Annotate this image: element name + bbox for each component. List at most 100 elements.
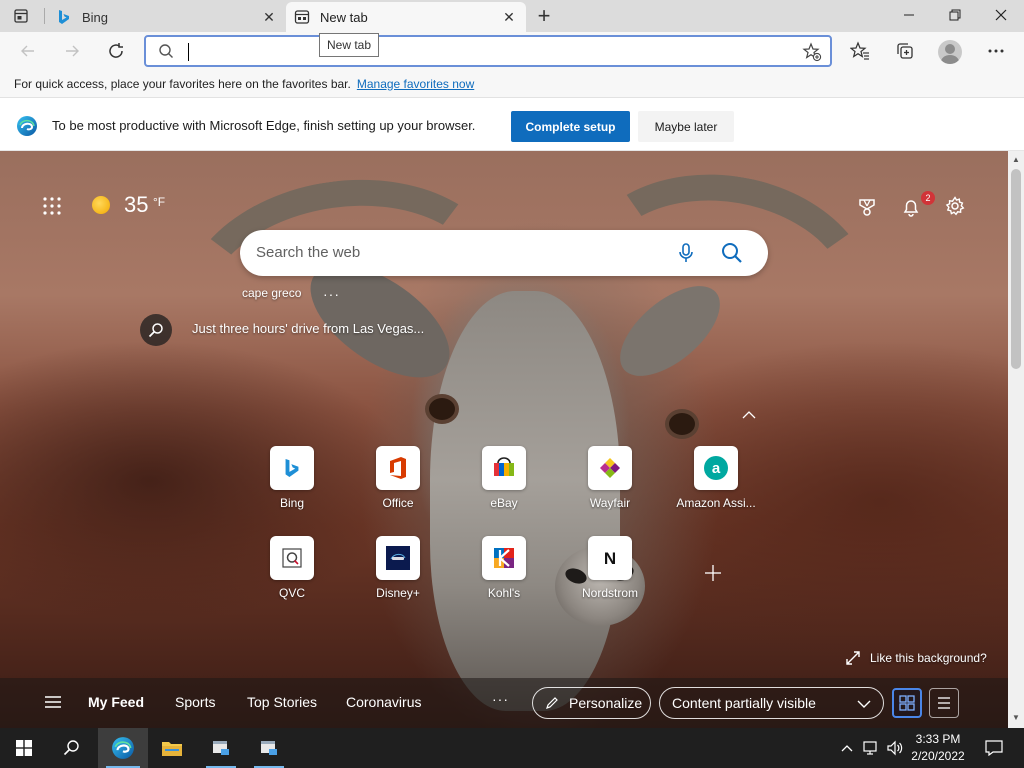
search-placeholder: Search the web [256, 244, 361, 261]
back-button[interactable] [14, 37, 42, 65]
quick-link-bing[interactable]: Bing [242, 446, 342, 526]
nordstrom-icon: N [588, 536, 632, 580]
minimize-button[interactable] [886, 0, 932, 30]
scroll-down-icon[interactable]: ▼ [1012, 713, 1020, 722]
edge-icon [112, 737, 134, 759]
show-hidden-icons-button[interactable] [838, 728, 856, 768]
apps-launcher-icon[interactable] [42, 196, 62, 216]
quick-link-amazon-assistant[interactable]: a Amazon Assi... [666, 446, 766, 526]
taskbar-edge[interactable] [98, 728, 148, 768]
action-center-button[interactable] [978, 728, 1010, 768]
grid-view-button[interactable] [892, 688, 922, 718]
feed-tab-top-stories[interactable]: Top Stories [247, 694, 317, 710]
bing-icon [270, 446, 314, 490]
feed-tab-coronavirus[interactable]: Coronavirus [346, 694, 421, 710]
folder-icon [162, 742, 182, 756]
notification-icon [985, 740, 1003, 756]
tab-bing[interactable]: Bing ✕ [48, 2, 286, 32]
collapse-quick-links-icon[interactable] [742, 406, 756, 422]
close-tab-icon[interactable]: ✕ [260, 8, 278, 26]
settings-more-button[interactable] [982, 37, 1010, 65]
quick-link-qvc[interactable]: QVC [242, 536, 342, 616]
tab-new-tab[interactable]: New tab ✕ [286, 2, 526, 32]
restore-button[interactable] [932, 0, 978, 30]
taskbar-window-1[interactable] [198, 728, 244, 768]
list-view-button[interactable] [929, 688, 959, 718]
quick-link-label: Nordstrom [581, 586, 638, 600]
scroll-up-icon[interactable]: ▲ [1012, 155, 1020, 164]
voice-search-mic-icon[interactable] [676, 242, 696, 267]
page-settings-gear-icon[interactable] [944, 195, 966, 217]
forward-button[interactable] [58, 37, 86, 65]
taskbar-search-button[interactable] [48, 728, 96, 768]
tab-strip: Bing ✕ New tab ✕ + [0, 0, 1024, 32]
chevron-down-icon [857, 700, 871, 708]
complete-setup-button[interactable]: Complete setup [511, 111, 630, 142]
search-submit-icon[interactable] [720, 241, 744, 268]
favorites-bar: For quick access, place your favorites h… [0, 70, 1024, 98]
quick-link-nordstrom[interactable]: N Nordstrom [560, 536, 660, 616]
weather-unit: °F [153, 195, 166, 209]
clock-date: 2/20/2022 [911, 749, 965, 763]
goat-eye-left [425, 394, 459, 424]
profile-avatar[interactable] [938, 40, 962, 64]
system-clock[interactable]: 3:33 PM 2/20/2022 [908, 731, 968, 765]
setup-message: To be most productive with Microsoft Edg… [52, 118, 476, 133]
taskbar-window-2[interactable] [246, 728, 292, 768]
rewards-icon[interactable] [856, 196, 878, 218]
feed-tab-sports[interactable]: Sports [175, 694, 215, 710]
refresh-button[interactable] [102, 37, 130, 65]
tab-title: Bing [82, 9, 109, 25]
quick-link-disney-plus[interactable]: Disney+ [348, 536, 448, 616]
browser-toolbar [0, 32, 1024, 70]
maybe-later-button[interactable]: Maybe later [638, 111, 734, 142]
sunny-weather-icon[interactable] [92, 196, 110, 214]
manage-favorites-link[interactable]: Manage favorites now [357, 77, 474, 91]
personalize-button[interactable]: Personalize [532, 687, 651, 719]
favorites-button[interactable] [846, 37, 874, 65]
like-background-button[interactable]: Like this background? [846, 651, 987, 665]
personalize-label: Personalize [569, 695, 643, 711]
start-button[interactable] [0, 728, 48, 768]
image-search-icon[interactable] [140, 314, 172, 346]
clock-time: 3:33 PM [915, 732, 961, 746]
scrollbar-thumb[interactable] [1011, 169, 1021, 369]
page-scrollbar[interactable]: ▲ ▼ [1008, 151, 1024, 728]
setup-banner: To be most productive with Microsoft Edg… [0, 99, 1024, 151]
quick-link-label: Office [382, 496, 414, 510]
feed-tab-my-feed[interactable]: My Feed [88, 694, 144, 710]
quick-link-kohls[interactable]: Kohl's [454, 536, 554, 616]
trending-more-button[interactable]: ··· [323, 286, 340, 302]
volume-icon[interactable] [884, 728, 906, 768]
quick-link-label: Wayfair [589, 496, 631, 510]
windows-logo-icon [16, 740, 32, 756]
content-visibility-dropdown[interactable]: Content partially visible [659, 687, 884, 719]
newtab-icon [294, 9, 310, 25]
pencil-icon [546, 697, 558, 709]
close-window-button[interactable] [978, 0, 1024, 30]
add-quick-link-button[interactable] [704, 561, 722, 589]
trending-search-link[interactable]: cape greco [242, 286, 301, 300]
collections-button[interactable] [891, 37, 919, 65]
weather-temperature[interactable]: 35 [124, 192, 148, 218]
tab-actions-icon[interactable] [8, 6, 34, 26]
office-icon [376, 446, 420, 490]
new-tab-button[interactable]: + [530, 3, 558, 28]
feed-more-button[interactable]: ··· [492, 691, 509, 707]
tab-tooltip: New tab [319, 33, 380, 57]
web-search-box[interactable]: Search the web [240, 230, 768, 276]
quick-link-wayfair[interactable]: Wayfair [560, 446, 660, 526]
quick-link-ebay[interactable]: eBay [454, 446, 554, 526]
hamburger-menu-icon[interactable] [44, 695, 62, 712]
app-window-icon [261, 741, 277, 755]
kohls-icon [482, 536, 526, 580]
close-tab-icon[interactable]: ✕ [500, 8, 518, 26]
network-status-icon[interactable] [860, 728, 882, 768]
add-favorite-icon[interactable] [802, 42, 822, 65]
background-info-link[interactable]: Just three hours' drive from Las Vegas..… [192, 321, 424, 336]
quick-link-office[interactable]: Office [348, 446, 448, 526]
windows-taskbar: 3:33 PM 2/20/2022 [0, 728, 1024, 768]
address-bar[interactable] [144, 35, 832, 67]
taskbar-file-explorer[interactable] [148, 728, 196, 768]
notifications-bell-icon[interactable] [900, 196, 922, 218]
